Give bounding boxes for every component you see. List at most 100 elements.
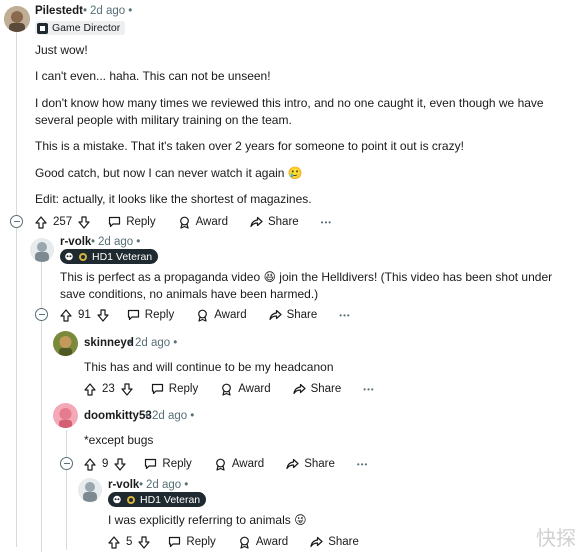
flair-icon (37, 22, 48, 34)
share-icon (310, 536, 323, 548)
collapse-thread-button[interactable] (35, 308, 48, 321)
avatar[interactable] (78, 478, 102, 502)
author-name[interactable]: r-volk (108, 479, 139, 491)
user-flair: HD1 Veteran (60, 249, 159, 264)
comment-time[interactable]: 2d ago (98, 236, 133, 248)
avatar[interactable] (53, 403, 78, 428)
author-name[interactable]: r-volk (60, 236, 91, 248)
meta-dot: • (190, 410, 195, 422)
flair-label: Game Director (52, 22, 121, 34)
award-icon (215, 458, 225, 471)
upvote-icon[interactable] (84, 457, 96, 471)
award-button[interactable]: Award (196, 309, 247, 322)
upvote-icon[interactable] (84, 382, 96, 396)
collapse-thread-button[interactable] (10, 215, 23, 228)
share-button[interactable]: Share (286, 458, 335, 470)
share-button[interactable]: Share (268, 309, 318, 321)
share-label: Share (310, 383, 342, 395)
comment-paragraph: This is perfect as a propaganda video 😆 … (60, 270, 553, 301)
more-options-icon: ••• (356, 459, 369, 469)
skull-icon (112, 495, 122, 505)
share-icon (292, 383, 306, 395)
share-label: Share (286, 309, 318, 321)
reply-button[interactable]: Reply (168, 536, 216, 548)
user-flair: HD1 Veteran (108, 492, 207, 507)
reply-button[interactable]: Reply (151, 383, 198, 395)
downvote-icon[interactable] (97, 308, 109, 322)
award-icon (179, 216, 189, 229)
vote-controls: 23 (84, 382, 133, 396)
comment-actions: 91 Reply Award Share ••• (60, 306, 373, 324)
share-label: Share (328, 536, 359, 548)
reply-icon (145, 458, 157, 470)
comment-meta: • 2d ago • (136, 479, 191, 491)
comment-paragraph: Edit: actually, it looks like the shorte… (35, 192, 312, 206)
award-icon (239, 536, 249, 549)
reply-button[interactable]: Reply (127, 309, 174, 321)
vote-count: 23 (102, 383, 115, 395)
more-options-button[interactable]: ••• (339, 311, 350, 320)
comment-paragraph: I can't even... haha. This can not be un… (35, 69, 271, 83)
meta-dot: • (91, 236, 96, 248)
comment-meta: • 2d ago • (80, 5, 135, 17)
upvote-icon[interactable] (60, 308, 72, 322)
downvote-icon[interactable] (114, 457, 127, 471)
comment-meta: • 2d ago • (125, 337, 180, 349)
badge-icon (126, 495, 136, 505)
avatar[interactable] (30, 238, 54, 262)
vote-controls: 5 (108, 535, 151, 549)
upvote-icon[interactable] (35, 215, 47, 229)
comment-paragraph: *except bugs (84, 433, 154, 447)
comment-time[interactable]: 2d ago (152, 410, 187, 422)
vote-count: 9 (102, 458, 109, 470)
comment-paragraph: I don't know how many times we reviewed … (35, 96, 544, 127)
author-name[interactable]: Pilestedt (35, 5, 83, 17)
user-flair: Game Director (35, 21, 126, 35)
more-options-button[interactable]: ••• (363, 385, 374, 394)
avatar[interactable] (53, 331, 78, 356)
upvote-icon[interactable] (108, 535, 120, 549)
collapse-thread-button[interactable] (60, 457, 73, 470)
downvote-icon[interactable] (138, 535, 151, 549)
comment-actions: 23 Reply Award Share ••• (84, 380, 397, 398)
share-button[interactable]: Share (292, 383, 342, 395)
comment-paragraph: Just wow! (35, 43, 88, 57)
share-button[interactable]: Share (250, 216, 299, 228)
meta-dot: • (139, 479, 144, 491)
avatar[interactable] (4, 6, 30, 32)
flair-label: HD1 Veteran (140, 493, 201, 506)
award-button[interactable]: Award (238, 536, 288, 549)
comment-actions: 9 Reply Award Share ••• (84, 455, 390, 473)
reply-button[interactable]: Reply (108, 216, 156, 228)
meta-dot: • (136, 236, 141, 248)
more-options-button[interactable]: ••• (357, 460, 368, 469)
skull-icon (64, 252, 74, 262)
reply-label: Reply (186, 536, 216, 548)
flair-label: HD1 Veteran (92, 250, 153, 263)
vote-controls: 91 (60, 308, 109, 322)
comment-time[interactable]: 2d ago (146, 479, 181, 491)
award-button[interactable]: Award (178, 216, 228, 229)
comment-meta: • 2d ago • (142, 410, 197, 422)
meta-dot: • (184, 479, 189, 491)
downvote-icon[interactable] (121, 382, 133, 396)
award-button[interactable]: Award (214, 458, 264, 471)
reply-label: Reply (126, 216, 156, 228)
more-options-button[interactable]: ••• (321, 218, 332, 227)
downvote-icon[interactable] (78, 215, 90, 229)
meta-dot: • (128, 5, 133, 17)
meta-dot: • (83, 5, 88, 17)
meta-dot: • (173, 337, 178, 349)
share-button[interactable]: Share (310, 536, 359, 548)
award-label: Award (195, 216, 228, 228)
comment-time[interactable]: 2d ago (90, 5, 125, 17)
reply-button[interactable]: Reply (144, 458, 192, 470)
badge-icon (78, 252, 88, 262)
award-label: Award (231, 458, 265, 470)
comment-time[interactable]: 2d ago (135, 337, 170, 349)
watermark: 快探 (536, 526, 576, 550)
more-options-icon: ••• (363, 384, 375, 394)
award-button[interactable]: Award (220, 383, 271, 396)
more-options-icon: ••• (320, 217, 333, 227)
reply-label: Reply (162, 458, 192, 470)
